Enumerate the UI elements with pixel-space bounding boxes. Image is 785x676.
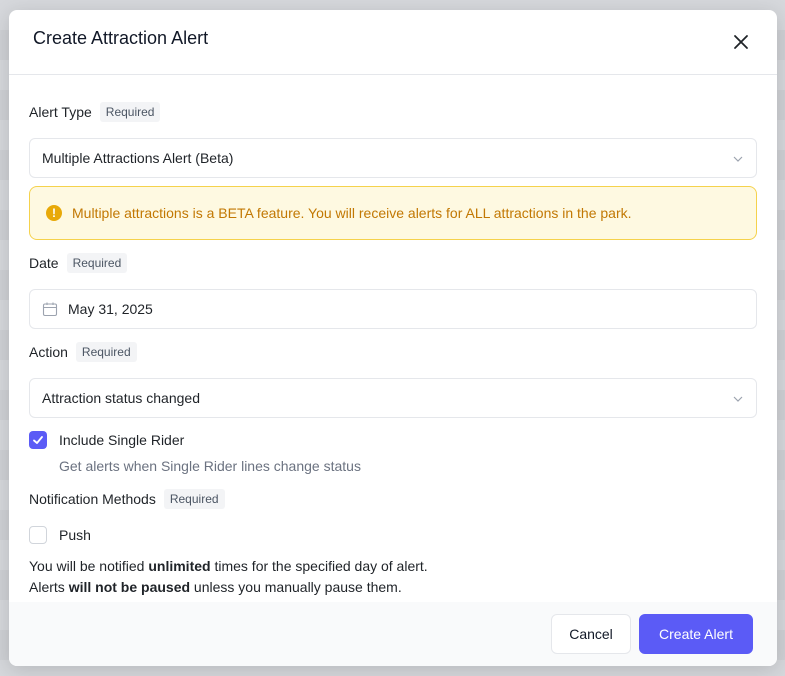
action-select[interactable]: Attraction status changed <box>29 378 757 418</box>
warning-icon: ! <box>46 205 62 221</box>
single-rider-hint: Get alerts when Single Rider lines chang… <box>59 458 361 474</box>
create-alert-button[interactable]: Create Alert <box>639 614 753 654</box>
close-icon <box>734 35 748 49</box>
required-badge: Required <box>66 253 128 273</box>
required-badge: Required <box>163 489 225 509</box>
modal-title: Create Attraction Alert <box>33 28 209 48</box>
note-line-2: Alerts will not be paused unless you man… <box>29 579 402 595</box>
date-input[interactable]: May 31, 2025 <box>29 289 757 329</box>
date-label-row: Date Required <box>29 253 128 273</box>
note-line-1: You will be notified unlimited times for… <box>29 558 428 574</box>
chevron-down-icon <box>733 156 743 162</box>
create-alert-modal: Create Attraction Alert Alert Type Requi… <box>9 10 777 666</box>
notification-label: Notification Methods <box>29 491 156 507</box>
notification-label-row: Notification Methods Required <box>29 489 225 509</box>
alert-frequency-note: You will be notified unlimited times for… <box>29 556 428 598</box>
alert-type-select[interactable]: Multiple Attractions Alert (Beta) <box>29 138 757 178</box>
close-button[interactable] <box>729 30 753 54</box>
action-label-row: Action Required <box>29 342 137 362</box>
single-rider-checkbox[interactable] <box>29 431 47 449</box>
check-icon <box>33 436 43 444</box>
date-label: Date <box>29 255 59 271</box>
alert-type-label-row: Alert Type Required <box>29 102 161 122</box>
action-value: Attraction status changed <box>42 390 200 406</box>
calendar-icon <box>42 302 58 317</box>
cancel-button[interactable]: Cancel <box>551 614 631 654</box>
push-label[interactable]: Push <box>59 527 91 543</box>
modal-footer: Cancel Create Alert <box>9 602 777 666</box>
date-value: May 31, 2025 <box>68 301 153 317</box>
alert-type-value: Multiple Attractions Alert (Beta) <box>42 150 234 166</box>
modal-header: Create Attraction Alert <box>9 10 777 75</box>
action-label: Action <box>29 344 68 360</box>
beta-warning: ! Multiple attractions is a BETA feature… <box>29 186 757 240</box>
single-rider-label[interactable]: Include Single Rider <box>59 432 184 448</box>
push-checkbox[interactable] <box>29 526 47 544</box>
alert-type-label: Alert Type <box>29 104 92 120</box>
required-badge: Required <box>99 102 161 122</box>
beta-warning-text: Multiple attractions is a BETA feature. … <box>72 205 632 221</box>
required-badge: Required <box>75 342 137 362</box>
chevron-down-icon <box>733 396 743 402</box>
